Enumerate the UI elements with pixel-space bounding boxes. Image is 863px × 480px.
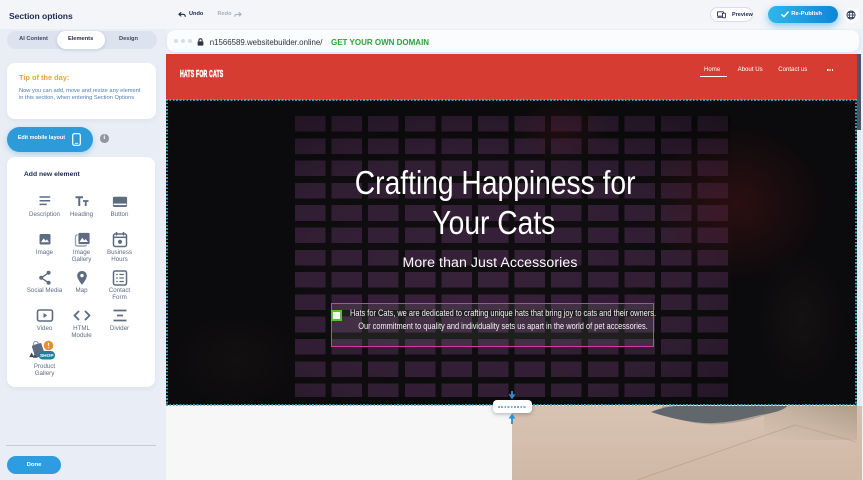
svg-text:SHOP: SHOP (39, 353, 53, 359)
